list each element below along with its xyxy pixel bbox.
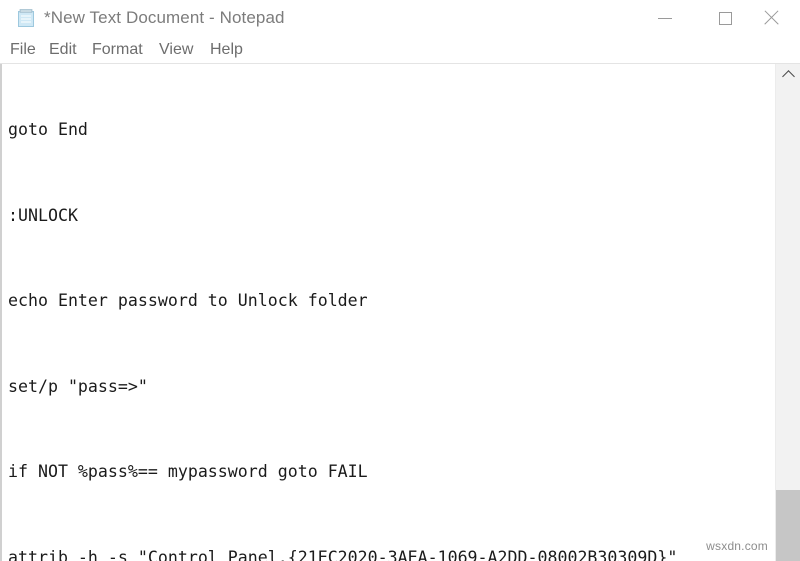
maximize-icon xyxy=(718,11,732,25)
watermark: wsxdn.com xyxy=(706,539,768,553)
menu-bar: File Edit Format View Help xyxy=(0,36,800,64)
vertical-scrollbar[interactable] xyxy=(775,64,800,561)
menu-item-edit[interactable]: Edit xyxy=(49,36,77,63)
editor-region: goto End :UNLOCK echo Enter password to … xyxy=(0,64,800,561)
chevron-up-icon xyxy=(781,70,795,83)
title-bar[interactable]: *New Text Document - Notepad xyxy=(0,0,800,36)
text-editor[interactable]: goto End :UNLOCK echo Enter password to … xyxy=(0,64,775,561)
menu-item-help[interactable]: Help xyxy=(210,36,243,63)
minimize-button[interactable] xyxy=(642,0,688,36)
scroll-up-button[interactable] xyxy=(776,64,800,86)
document-line: goto End xyxy=(8,120,88,139)
close-icon xyxy=(763,10,779,26)
minimize-icon xyxy=(658,17,672,19)
document-lines: goto End :UNLOCK echo Enter password to … xyxy=(8,72,768,561)
close-button[interactable] xyxy=(748,0,794,36)
maximize-button[interactable] xyxy=(702,0,748,36)
window-title: *New Text Document - Notepad xyxy=(44,8,285,27)
menu-item-view[interactable]: View xyxy=(159,36,193,63)
notepad-window: *New Text Document - Notepad File Edit F… xyxy=(0,0,800,561)
notepad-icon xyxy=(15,7,38,30)
scrollbar-thumb[interactable] xyxy=(776,490,800,561)
scrollbar-track[interactable] xyxy=(776,86,800,561)
document-line: echo Enter password to Unlock folder xyxy=(8,291,368,310)
menu-item-format[interactable]: Format xyxy=(92,36,143,63)
menu-item-file[interactable]: File xyxy=(10,36,36,63)
document-line: attrib -h -s "Control Panel.{21EC2020-3A… xyxy=(8,547,678,561)
document-line: if NOT %pass%== mypassword goto FAIL xyxy=(8,462,368,481)
document-line: :UNLOCK xyxy=(8,205,78,225)
document-line: set/p "pass=>" xyxy=(8,376,148,396)
